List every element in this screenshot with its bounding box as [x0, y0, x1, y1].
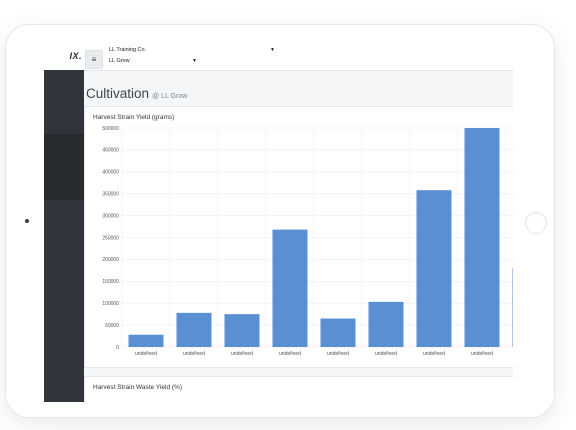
top-bar: ≡ LL Training Co. ▼ LL Grow ▼	[84, 46, 513, 71]
y-tick-label: 400000	[102, 170, 119, 176]
x-tick-label: undefined	[423, 351, 445, 357]
y-tick-label: 300000	[102, 213, 119, 219]
app-logo: IX.	[69, 51, 82, 61]
home-button[interactable]	[525, 212, 547, 234]
x-tick-label: undefined	[135, 351, 157, 357]
sidebar-active-item[interactable]	[44, 134, 84, 200]
hamburger-menu-button[interactable]: ≡	[85, 50, 103, 69]
y-tick-label: 150000	[102, 279, 119, 285]
x-tick-label: undefined	[327, 351, 349, 357]
page-subtitle: @ LL Grow	[152, 93, 188, 100]
caret-down-icon[interactable]: ▼	[192, 58, 197, 64]
hamburger-icon: ≡	[91, 55, 97, 64]
page-title-text: Cultivation	[86, 86, 150, 101]
location-select[interactable]: LL Grow	[109, 58, 130, 64]
yield-bar-chart: 0 50000 100000 150000 200000 250000 300000 3500…	[102, 126, 514, 357]
bar[interactable]	[224, 314, 260, 347]
bar[interactable]	[512, 268, 514, 347]
x-tick-label: undefined	[279, 351, 301, 357]
x-tick-label: undefined	[231, 351, 253, 357]
bar[interactable]	[272, 229, 308, 347]
caret-down-icon[interactable]: ▼	[270, 47, 275, 53]
waste-chart-title: Harvest Strain Waste Yield (%)	[93, 384, 182, 391]
y-tick-label: 200000	[102, 257, 119, 263]
y-tick-label: 50000	[105, 323, 119, 329]
bar[interactable]	[128, 334, 164, 347]
x-tick-label: undefined	[471, 351, 493, 357]
bar[interactable]	[320, 318, 356, 347]
y-tick-label: 100000	[102, 301, 119, 307]
logo-area: IX.	[44, 46, 84, 70]
x-tick-label: undefined	[183, 351, 205, 357]
y-tick-label: 0	[116, 345, 119, 351]
bar[interactable]	[176, 312, 212, 347]
y-tick-label: 500000	[102, 126, 119, 132]
y-tick-label: 450000	[102, 148, 119, 154]
y-tick-label: 250000	[102, 235, 119, 241]
sidebar: IX.	[44, 46, 84, 402]
bar[interactable]	[464, 128, 500, 347]
company-select[interactable]: LL Training Co.	[109, 47, 146, 53]
camera-icon	[25, 219, 29, 223]
waste-chart-card: Harvest Strain Waste Yield (%)	[84, 376, 513, 402]
page-title: Cultivation @ LL Grow	[86, 86, 187, 101]
app-screen: IX. ≡ LL Training Co. ▼ LL Grow ▼ Cultiv…	[44, 46, 513, 402]
yield-chart-card: Harvest Strain Yield (grams) 0 50000 10000…	[84, 106, 513, 368]
x-tick-label: undefined	[375, 351, 397, 357]
bar[interactable]	[368, 301, 404, 347]
bar[interactable]	[416, 190, 452, 347]
y-tick-label: 350000	[102, 192, 119, 198]
